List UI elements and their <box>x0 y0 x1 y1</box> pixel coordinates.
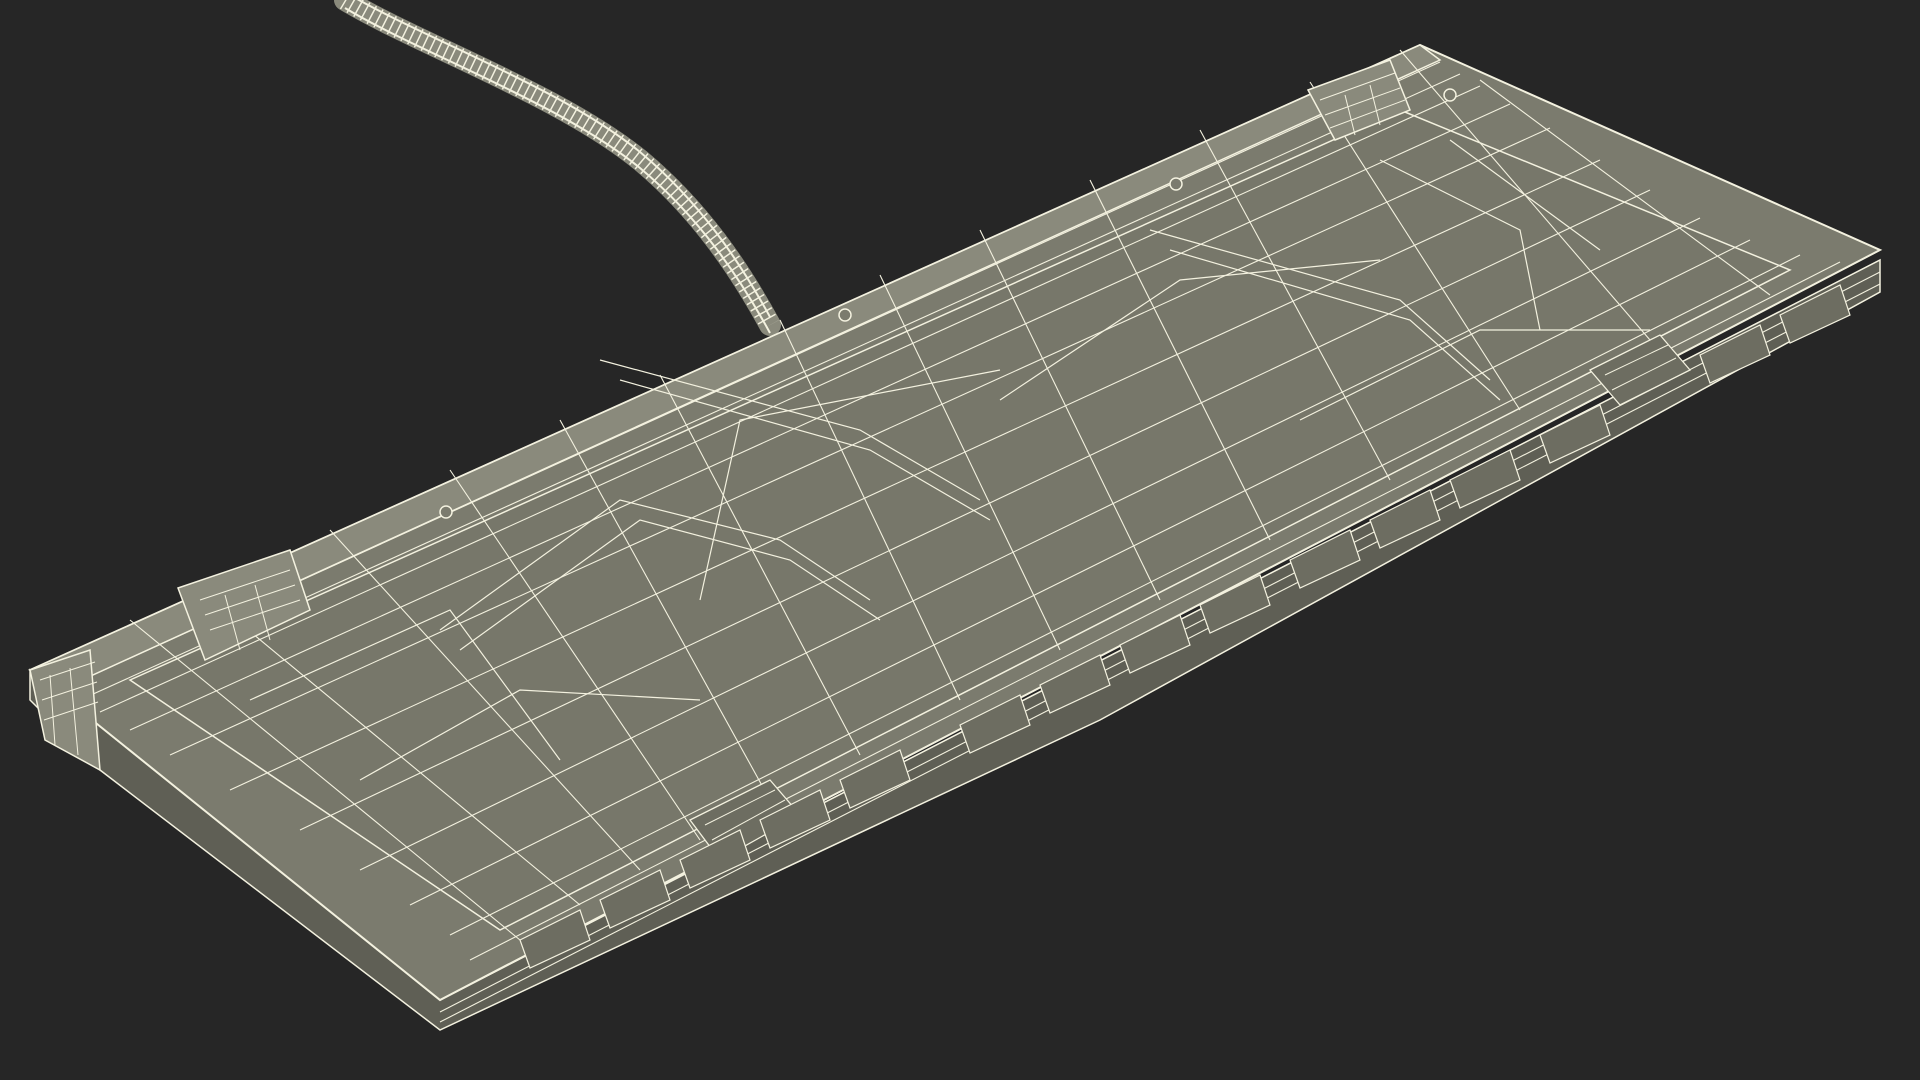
screw-hole-5 <box>1443 88 1457 102</box>
cable-body <box>334 0 781 336</box>
render-viewport <box>0 0 1920 1080</box>
screw-hole-3 <box>838 308 852 322</box>
cable-wire-bottom <box>344 7 771 334</box>
left-end-cap <box>29 648 101 772</box>
cable-wire-top <box>356 0 771 318</box>
usb-cable <box>334 0 781 336</box>
screw-hole-2 <box>439 505 453 519</box>
screw-hole-4 <box>1169 177 1183 191</box>
cable-rings <box>339 0 779 330</box>
keyboard-wireframe-render <box>28 0 1883 1031</box>
keyboard-body <box>28 43 1883 1031</box>
